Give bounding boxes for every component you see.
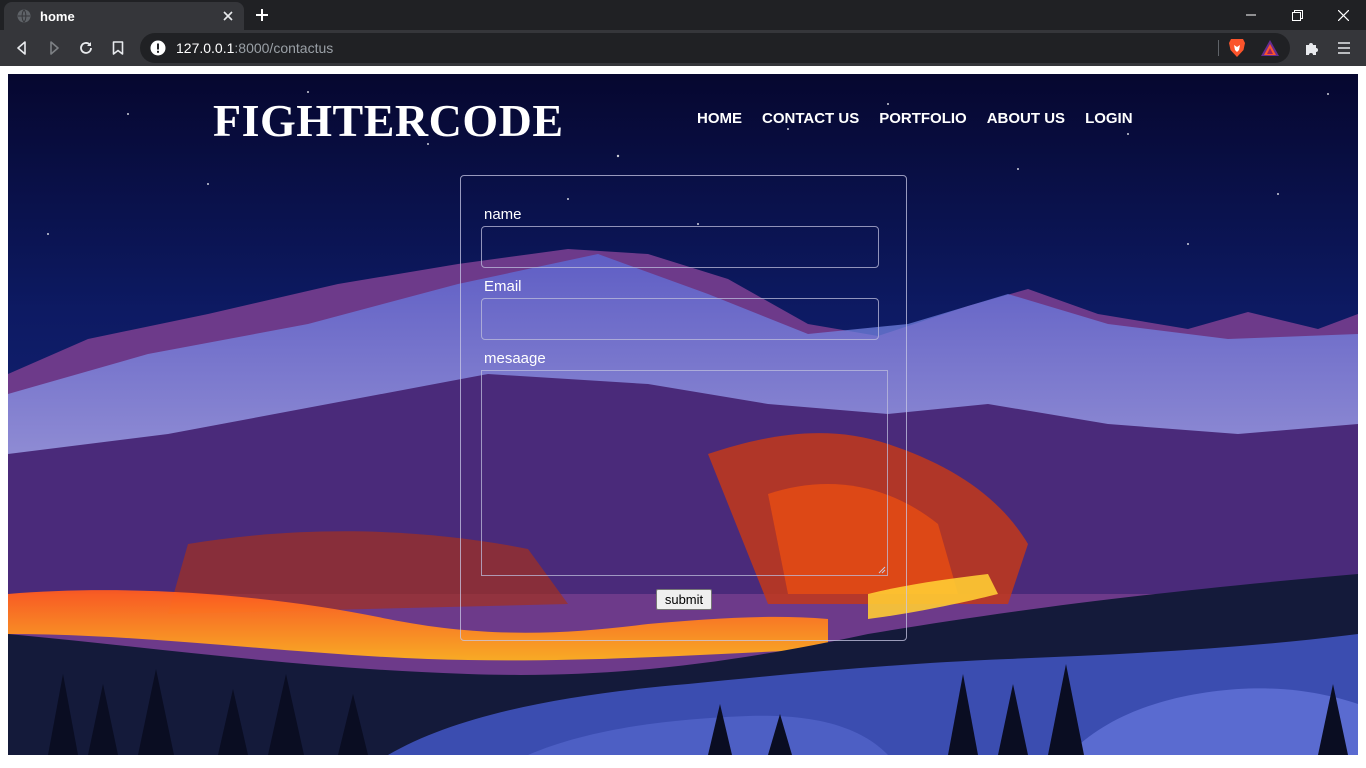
- restore-icon[interactable]: [1274, 0, 1320, 30]
- brave-lion-icon[interactable]: [1227, 38, 1247, 58]
- name-input[interactable]: [481, 226, 879, 268]
- main-nav: HOME CONTACT US PORTFOLIO ABOUT US LOGIN: [697, 110, 1153, 127]
- hero-background: FIGHTERCODE HOME CONTACT US PORTFOLIO AB…: [8, 74, 1358, 755]
- site-logo[interactable]: FIGHTERCODE: [213, 94, 564, 147]
- email-input[interactable]: [481, 298, 879, 340]
- forward-icon[interactable]: [42, 36, 66, 60]
- menu-icon[interactable]: [1332, 36, 1356, 60]
- browser-toolbar: 127.0.0.1:8000/contactus: [0, 30, 1366, 66]
- nav-contact-us[interactable]: CONTACT US: [762, 110, 859, 127]
- name-label: name: [484, 206, 522, 223]
- contact-form: name Email mesaage submit: [460, 175, 907, 641]
- message-label: mesaage: [484, 350, 546, 367]
- brave-rewards-icon[interactable]: [1260, 38, 1280, 58]
- resize-grip-icon[interactable]: [878, 566, 886, 574]
- close-window-icon[interactable]: [1320, 0, 1366, 30]
- submit-button[interactable]: submit: [656, 589, 712, 610]
- browser-tab-home[interactable]: home: [4, 2, 244, 30]
- info-icon[interactable]: [150, 40, 166, 56]
- nav-about-us[interactable]: ABOUT US: [987, 110, 1065, 127]
- email-label: Email: [484, 278, 522, 295]
- nav-login[interactable]: LOGIN: [1085, 110, 1133, 127]
- nav-portfolio[interactable]: PORTFOLIO: [879, 110, 967, 127]
- globe-icon: [16, 8, 32, 24]
- nav-home[interactable]: HOME: [697, 110, 742, 127]
- page-viewport: FIGHTERCODE HOME CONTACT US PORTFOLIO AB…: [0, 66, 1366, 768]
- bookmark-icon[interactable]: [106, 36, 130, 60]
- tab-title: home: [40, 8, 75, 24]
- reload-icon[interactable]: [74, 36, 98, 60]
- extensions-icon[interactable]: [1300, 36, 1324, 60]
- url-text: 127.0.0.1:8000/contactus: [176, 40, 333, 56]
- plus-icon[interactable]: [252, 5, 272, 25]
- omnibox-divider: [1218, 40, 1219, 56]
- minimize-icon[interactable]: [1228, 0, 1274, 30]
- browser-tabstrip: home: [0, 0, 1366, 30]
- url-host: 127.0.0.1: [176, 40, 235, 56]
- url-path: :8000/contactus: [234, 40, 334, 56]
- back-icon[interactable]: [10, 36, 34, 60]
- address-bar[interactable]: 127.0.0.1:8000/contactus: [140, 33, 1290, 63]
- message-textarea[interactable]: [481, 370, 888, 576]
- close-icon[interactable]: [220, 8, 236, 24]
